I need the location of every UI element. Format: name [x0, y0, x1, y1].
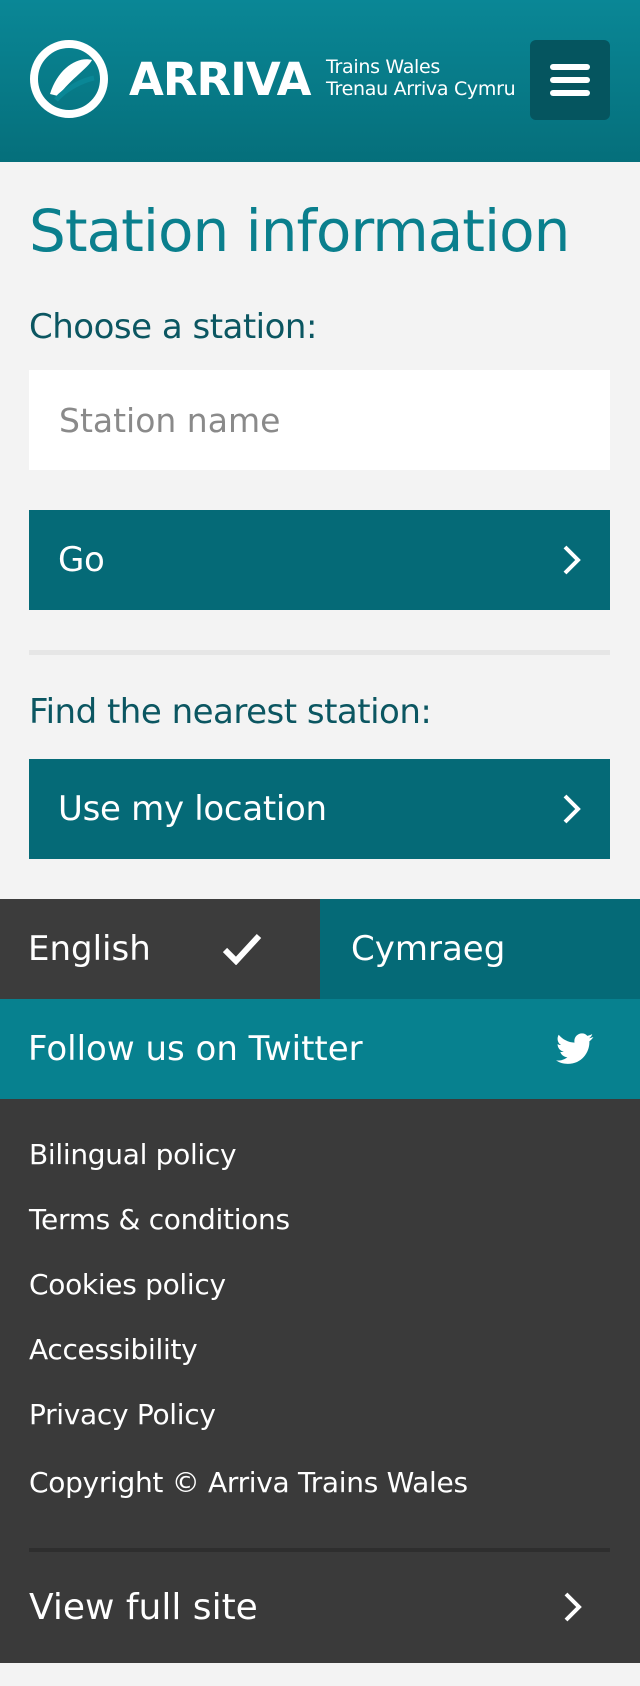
language-cymraeg-label: Cymraeg	[351, 929, 506, 969]
station-search-input[interactable]	[29, 370, 610, 470]
brand-subtitle: Trains Wales Trenau Arriva Cymru	[326, 56, 516, 100]
site-header: ARRIVA Trains Wales Trenau Arriva Cymru	[0, 0, 640, 162]
go-button[interactable]: Go	[29, 510, 610, 610]
chevron-right-icon	[563, 794, 581, 824]
footer-link-accessibility[interactable]: Accessibility	[29, 1326, 611, 1391]
brand-name: ARRIVA	[129, 53, 311, 106]
use-location-button[interactable]: Use my location	[29, 759, 610, 859]
choose-station-label: Choose a station:	[29, 307, 317, 347]
brand-subtitle-en: Trains Wales	[326, 56, 441, 78]
nearest-station-label: Find the nearest station:	[29, 692, 432, 732]
view-full-site-link[interactable]: View full site	[29, 1552, 611, 1662]
page-title: Station information	[29, 197, 570, 265]
hamburger-line	[550, 90, 590, 96]
brand-subtitle-cy: Trenau Arriva Cymru	[326, 78, 516, 100]
section-divider	[29, 650, 610, 655]
language-english-label: English	[28, 929, 151, 969]
footer-link-privacy[interactable]: Privacy Policy	[29, 1391, 611, 1456]
footer-link-cookies[interactable]: Cookies policy	[29, 1261, 611, 1326]
main-content: Station information Choose a station: Go…	[0, 162, 640, 859]
menu-button[interactable]	[530, 40, 610, 120]
language-cymraeg[interactable]: Cymraeg	[320, 899, 640, 999]
hamburger-menu-icon	[550, 64, 590, 70]
view-full-site-label: View full site	[29, 1586, 258, 1628]
twitter-bird-icon	[556, 1033, 594, 1064]
footer-link-bilingual-policy[interactable]: Bilingual policy	[29, 1131, 611, 1196]
use-location-label: Use my location	[58, 789, 327, 829]
site-footer: Bilingual policy Terms & conditions Cook…	[0, 1099, 640, 1663]
chevron-right-icon	[563, 545, 581, 575]
checkmark-icon	[222, 933, 262, 965]
language-english[interactable]: English	[0, 899, 320, 999]
footer-link-terms[interactable]: Terms & conditions	[29, 1196, 611, 1261]
language-switcher: English Cymraeg	[0, 899, 640, 999]
hamburger-line	[550, 77, 590, 83]
go-button-label: Go	[58, 540, 105, 580]
chevron-right-icon	[564, 1592, 582, 1622]
twitter-follow-label: Follow us on Twitter	[28, 1029, 363, 1069]
twitter-follow-link[interactable]: Follow us on Twitter	[0, 999, 640, 1099]
copyright-text: Copyright © Arriva Trains Wales	[29, 1466, 468, 1499]
arriva-logo-icon[interactable]	[28, 38, 110, 120]
